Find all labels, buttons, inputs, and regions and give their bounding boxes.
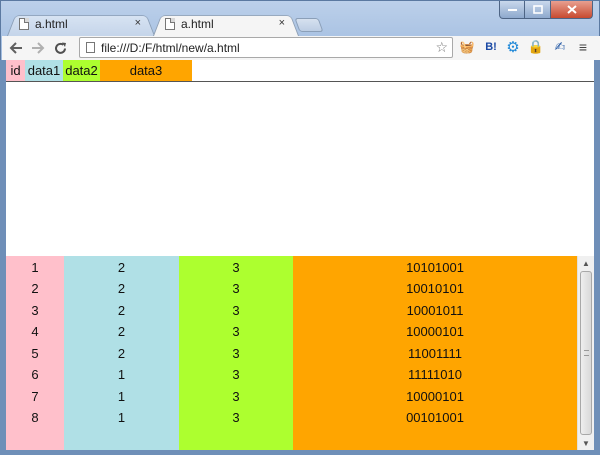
bookmark-star-icon[interactable]: ☆: [435, 39, 448, 56]
maximize-button[interactable]: [525, 1, 551, 19]
header-data3: data3: [100, 60, 192, 81]
cell-data3: 00101001: [406, 410, 464, 426]
cell-data2: 3: [232, 281, 240, 297]
cell-data1: 2: [117, 345, 126, 361]
cell-id: 5: [31, 345, 39, 361]
page-icon: [86, 42, 95, 53]
tab-title: a.html: [181, 17, 214, 31]
page-viewport: id data1 data2 data3 1 2 3 10101001 2 2 3 10010…: [6, 60, 594, 450]
cell-data2: 3: [232, 410, 240, 426]
toolbar: file:///D:/F/html/new/a.html ☆ 🧺 B! ⚙ 🔒 …: [2, 36, 600, 60]
signature-extension-icon[interactable]: ✍: [551, 38, 569, 56]
forward-arrow-icon: [32, 42, 45, 54]
cell-id: 4: [31, 324, 39, 340]
cell-data3: 10000101: [406, 388, 464, 404]
url-text: file:///D:/F/html/new/a.html: [101, 40, 240, 55]
cell-data1: 2: [117, 302, 126, 318]
table-row: 2 2 3 10010101: [6, 278, 577, 300]
cell-data3: 10010101: [406, 281, 464, 297]
cell-data3: 10101001: [406, 259, 464, 275]
cell-data2: 3: [232, 388, 240, 404]
page-icon: [19, 18, 29, 30]
reload-button[interactable]: [49, 37, 71, 59]
page-icon: [165, 18, 175, 30]
scroll-up-arrow-icon[interactable]: ▲: [578, 256, 594, 270]
cell-data3: 11001111: [408, 345, 462, 361]
scrollbar-grip: [584, 350, 589, 356]
fixed-table-header: id data1 data2 data3: [6, 60, 594, 82]
new-tab-button[interactable]: [294, 18, 324, 32]
cell-data3: 10000101: [406, 324, 464, 340]
cell-data1: 1: [117, 410, 126, 426]
table-body[interactable]: 1 2 3 10101001 2 2 3 10010101 3 2 3 10001011 4 2 3 1000…: [6, 256, 594, 450]
cell-data2: 3: [232, 367, 240, 383]
cell-id: 6: [31, 367, 39, 383]
tab-shape: [7, 15, 155, 36]
table-row: 7 1 3 10000101: [6, 386, 577, 408]
cell-id: 8: [31, 410, 39, 426]
maximize-icon: [532, 5, 543, 14]
cell-id: 3: [31, 302, 39, 318]
tab-title: a.html: [35, 17, 68, 31]
cell-data1: 2: [117, 324, 126, 340]
minimize-button[interactable]: [499, 1, 525, 19]
table-row: 3 2 3 10001011: [6, 300, 577, 322]
cell-data2: 3: [232, 259, 240, 275]
cell-data1: 2: [117, 281, 126, 297]
fruit-basket-extension-icon[interactable]: 🧺: [458, 38, 476, 56]
header-id: id: [6, 60, 25, 81]
scroll-down-arrow-icon[interactable]: ▼: [578, 436, 594, 450]
header-data1: data1: [25, 60, 63, 81]
close-icon[interactable]: ×: [135, 17, 141, 29]
cell-data1: 2: [117, 259, 126, 275]
header-data2: data2: [63, 60, 100, 81]
table-row: 1 2 3 10101001: [6, 257, 577, 279]
window-controls: [499, 1, 593, 19]
minimize-icon: [507, 8, 517, 11]
scrollbar-thumb[interactable]: [580, 271, 592, 435]
close-icon: [566, 5, 577, 14]
cell-data3: 10001011: [406, 302, 464, 318]
menu-icon[interactable]: ≡: [574, 38, 592, 56]
table-row: 6 1 3 11111010: [6, 364, 577, 386]
cell-id: 2: [31, 281, 39, 297]
table-row: 4 2 3 10000101: [6, 321, 577, 343]
cell-data2: 3: [232, 302, 240, 318]
cell-data1: 1: [117, 388, 126, 404]
cell-data2: 3: [232, 345, 240, 361]
back-arrow-icon: [9, 42, 22, 54]
cell-id: 1: [31, 259, 39, 275]
browser-chrome: a.html × a.html × file:///D:/F/html/new/…: [0, 0, 600, 60]
forward-button[interactable]: [27, 37, 49, 59]
cell-data2: 3: [232, 324, 240, 340]
address-bar[interactable]: file:///D:/F/html/new/a.html ☆: [79, 37, 453, 58]
table-row: 8 1 3 00101001: [6, 407, 577, 429]
reload-icon: [54, 42, 66, 54]
cell-data3: 11111010: [408, 367, 462, 383]
close-window-button[interactable]: [551, 1, 593, 19]
tab-inactive[interactable]: a.html ×: [7, 12, 155, 36]
gear-extension-icon[interactable]: ⚙: [504, 38, 522, 56]
lock-extension-icon[interactable]: 🔒: [527, 38, 545, 56]
cell-data1: 1: [117, 367, 126, 383]
back-button[interactable]: [5, 37, 27, 59]
vertical-scrollbar[interactable]: ▲ ▼: [577, 256, 594, 450]
tab-active[interactable]: a.html ×: [153, 12, 299, 36]
cell-id: 7: [31, 388, 39, 404]
close-icon[interactable]: ×: [279, 17, 285, 29]
table-row: 5 2 3 11001111: [6, 343, 577, 365]
hatena-bookmark-extension-icon[interactable]: B!: [482, 38, 500, 56]
